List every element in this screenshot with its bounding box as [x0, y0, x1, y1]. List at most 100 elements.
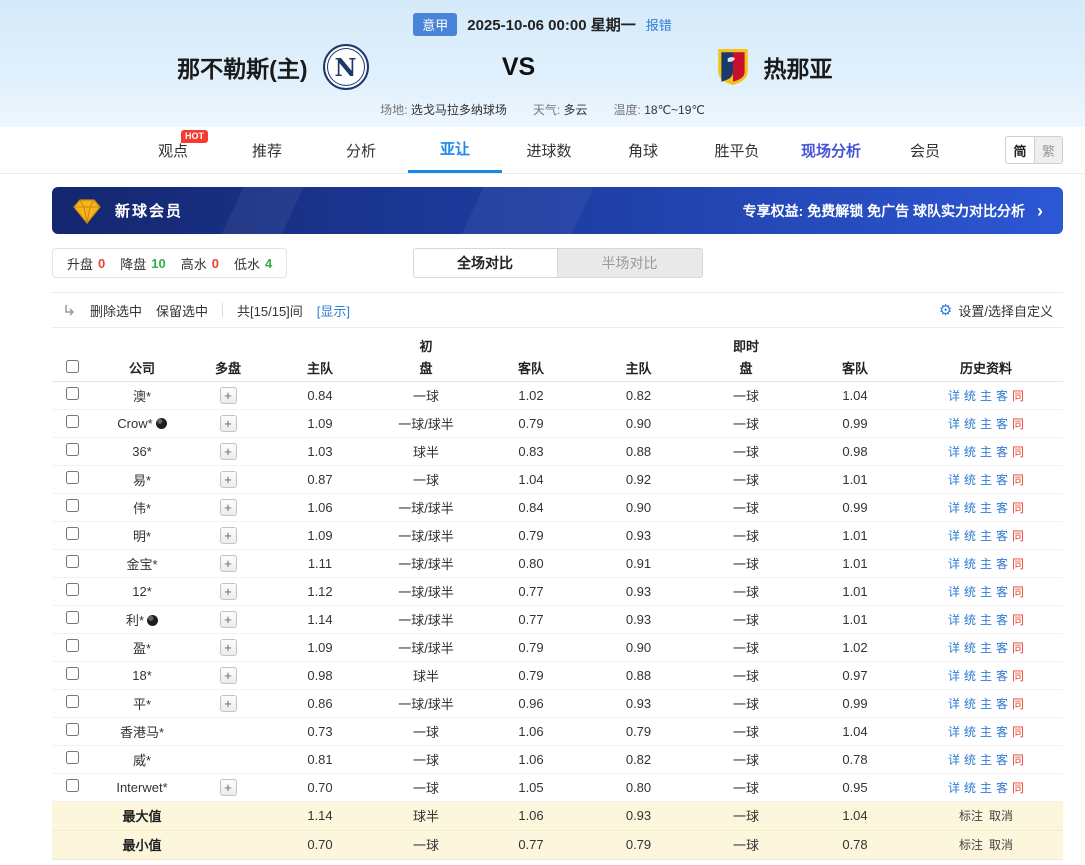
history-link-home[interactable]: 主	[980, 585, 992, 599]
company-name[interactable]: 盈*	[133, 641, 151, 656]
history-link-home[interactable]: 主	[980, 697, 992, 711]
history-link-home[interactable]: 主	[980, 389, 992, 403]
history-link-away[interactable]: 客	[996, 641, 1008, 655]
history-link-home[interactable]: 主	[980, 501, 992, 515]
tab-live-analysis[interactable]: 现场分析	[784, 127, 878, 173]
history-link-home[interactable]: 主	[980, 725, 992, 739]
company-name[interactable]: 36*	[132, 444, 152, 459]
expand-odds-button[interactable]: +	[219, 694, 237, 712]
history-link-detail[interactable]: 详	[948, 641, 960, 655]
expand-odds-button[interactable]: +	[219, 610, 237, 628]
history-link-stats[interactable]: 统	[964, 781, 976, 795]
cancel-link[interactable]: 取消	[989, 809, 1013, 823]
history-link-away[interactable]: 客	[996, 669, 1008, 683]
history-link-stats[interactable]: 统	[964, 389, 976, 403]
row-checkbox[interactable]	[65, 499, 79, 512]
history-link-same[interactable]: 同	[1012, 669, 1024, 683]
history-link-home[interactable]: 主	[980, 613, 992, 627]
history-link-stats[interactable]: 统	[964, 557, 976, 571]
row-checkbox[interactable]	[65, 723, 79, 736]
delete-selected-button[interactable]: 删除选中	[90, 301, 142, 320]
tab-member[interactable]: 会员	[878, 127, 972, 173]
history-link-same[interactable]: 同	[1012, 473, 1024, 487]
history-link-away[interactable]: 客	[996, 725, 1008, 739]
lang-traditional-button[interactable]: 繁	[1034, 137, 1062, 163]
expand-odds-button[interactable]: +	[219, 414, 237, 432]
row-checkbox[interactable]	[65, 779, 79, 792]
company-name[interactable]: 平*	[133, 697, 151, 712]
row-checkbox[interactable]	[65, 527, 79, 540]
history-link-same[interactable]: 同	[1012, 557, 1024, 571]
history-link-detail[interactable]: 详	[948, 585, 960, 599]
history-link-same[interactable]: 同	[1012, 641, 1024, 655]
row-checkbox[interactable]	[65, 443, 79, 456]
history-link-away[interactable]: 客	[996, 781, 1008, 795]
company-name[interactable]: Crow*	[117, 416, 152, 431]
company-name[interactable]: 利*	[126, 613, 144, 628]
history-link-stats[interactable]: 统	[964, 669, 976, 683]
history-link-away[interactable]: 客	[996, 557, 1008, 571]
expand-odds-button[interactable]: +	[219, 386, 237, 404]
history-link-home[interactable]: 主	[980, 529, 992, 543]
expand-odds-button[interactable]: +	[219, 582, 237, 600]
history-link-stats[interactable]: 统	[964, 473, 976, 487]
company-name[interactable]: 威*	[133, 753, 151, 768]
history-link-stats[interactable]: 统	[964, 585, 976, 599]
expand-odds-button[interactable]: +	[219, 442, 237, 460]
history-link-home[interactable]: 主	[980, 445, 992, 459]
history-link-stats[interactable]: 统	[964, 753, 976, 767]
history-link-detail[interactable]: 详	[948, 529, 960, 543]
history-link-same[interactable]: 同	[1012, 501, 1024, 515]
tab-recommend[interactable]: 推荐	[220, 127, 314, 173]
history-link-detail[interactable]: 详	[948, 753, 960, 767]
expand-odds-button[interactable]: +	[219, 554, 237, 572]
history-link-stats[interactable]: 统	[964, 725, 976, 739]
full-match-tab[interactable]: 全场对比	[412, 248, 558, 278]
history-link-stats[interactable]: 统	[964, 417, 976, 431]
history-link-same[interactable]: 同	[1012, 725, 1024, 739]
history-link-same[interactable]: 同	[1012, 753, 1024, 767]
vip-member-banner[interactable]: 新球会员 专享权益: 免费解锁 免广告 球队实力对比分析 ›	[52, 187, 1063, 234]
history-link-away[interactable]: 客	[996, 753, 1008, 767]
history-link-home[interactable]: 主	[980, 473, 992, 487]
tab-asian-handicap[interactable]: 亚让	[408, 127, 502, 173]
expand-odds-button[interactable]: +	[219, 498, 237, 516]
history-link-stats[interactable]: 统	[964, 529, 976, 543]
company-name[interactable]: 12*	[132, 584, 152, 599]
select-all-checkbox[interactable]	[65, 359, 79, 373]
tab-viewpoint[interactable]: 观点 HOT	[126, 127, 220, 173]
row-checkbox[interactable]	[65, 471, 79, 484]
history-link-same[interactable]: 同	[1012, 445, 1024, 459]
company-name[interactable]: 金宝*	[126, 557, 157, 572]
keep-selected-button[interactable]: 保留选中	[156, 301, 208, 320]
expand-odds-button[interactable]: +	[219, 470, 237, 488]
mark-link[interactable]: 标注	[959, 809, 983, 823]
expand-odds-button[interactable]: +	[219, 778, 237, 796]
history-link-same[interactable]: 同	[1012, 585, 1024, 599]
history-link-same[interactable]: 同	[1012, 781, 1024, 795]
history-link-detail[interactable]: 详	[948, 389, 960, 403]
history-link-home[interactable]: 主	[980, 417, 992, 431]
history-link-stats[interactable]: 统	[964, 641, 976, 655]
report-error-link[interactable]: 报错	[646, 15, 672, 34]
history-link-detail[interactable]: 详	[948, 417, 960, 431]
row-checkbox[interactable]	[65, 583, 79, 596]
history-link-same[interactable]: 同	[1012, 529, 1024, 543]
history-link-away[interactable]: 客	[996, 529, 1008, 543]
row-checkbox[interactable]	[65, 415, 79, 428]
history-link-detail[interactable]: 详	[948, 781, 960, 795]
row-checkbox[interactable]	[65, 667, 79, 680]
tab-goals[interactable]: 进球数	[502, 127, 596, 173]
history-link-same[interactable]: 同	[1012, 417, 1024, 431]
history-link-detail[interactable]: 详	[948, 669, 960, 683]
history-link-home[interactable]: 主	[980, 641, 992, 655]
tab-corners[interactable]: 角球	[596, 127, 690, 173]
company-name[interactable]: 伟*	[133, 501, 151, 516]
mark-link[interactable]: 标注	[959, 838, 983, 852]
history-link-detail[interactable]: 详	[948, 725, 960, 739]
history-link-same[interactable]: 同	[1012, 697, 1024, 711]
company-name[interactable]: 明*	[133, 529, 151, 544]
history-link-detail[interactable]: 详	[948, 697, 960, 711]
history-link-stats[interactable]: 统	[964, 697, 976, 711]
history-link-detail[interactable]: 详	[948, 445, 960, 459]
